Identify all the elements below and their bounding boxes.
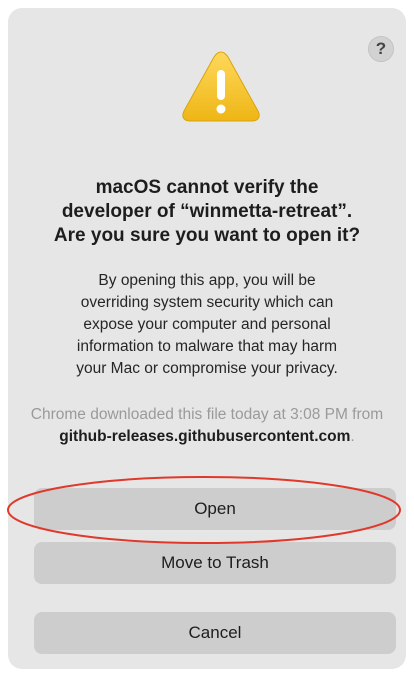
source-prefix: Chrome downloaded this file today at 3:0…: [30, 406, 384, 423]
move-to-trash-button[interactable]: Move to Trash: [34, 542, 396, 584]
dialog-title: macOS cannot verify the developer of “wi…: [53, 177, 361, 246]
download-source-info: Chrome downloaded this file today at 3:0…: [28, 404, 386, 448]
open-button-label: Open: [194, 499, 236, 518]
open-button[interactable]: Open: [34, 488, 396, 530]
move-to-trash-label: Move to Trash: [161, 553, 269, 572]
source-host: github-releases.githubusercontent.com: [59, 428, 351, 445]
cancel-label: Cancel: [188, 623, 242, 642]
security-alert-dialog: ? macOS cannot verify the developer of “…: [8, 8, 406, 669]
source-suffix: .: [350, 428, 355, 445]
help-button[interactable]: ?: [368, 36, 394, 62]
warning-triangle-icon: [182, 51, 260, 122]
cancel-button[interactable]: Cancel: [34, 612, 396, 654]
dialog-message: By opening this app, you will be overrid…: [76, 272, 338, 377]
help-label: ?: [375, 39, 387, 58]
